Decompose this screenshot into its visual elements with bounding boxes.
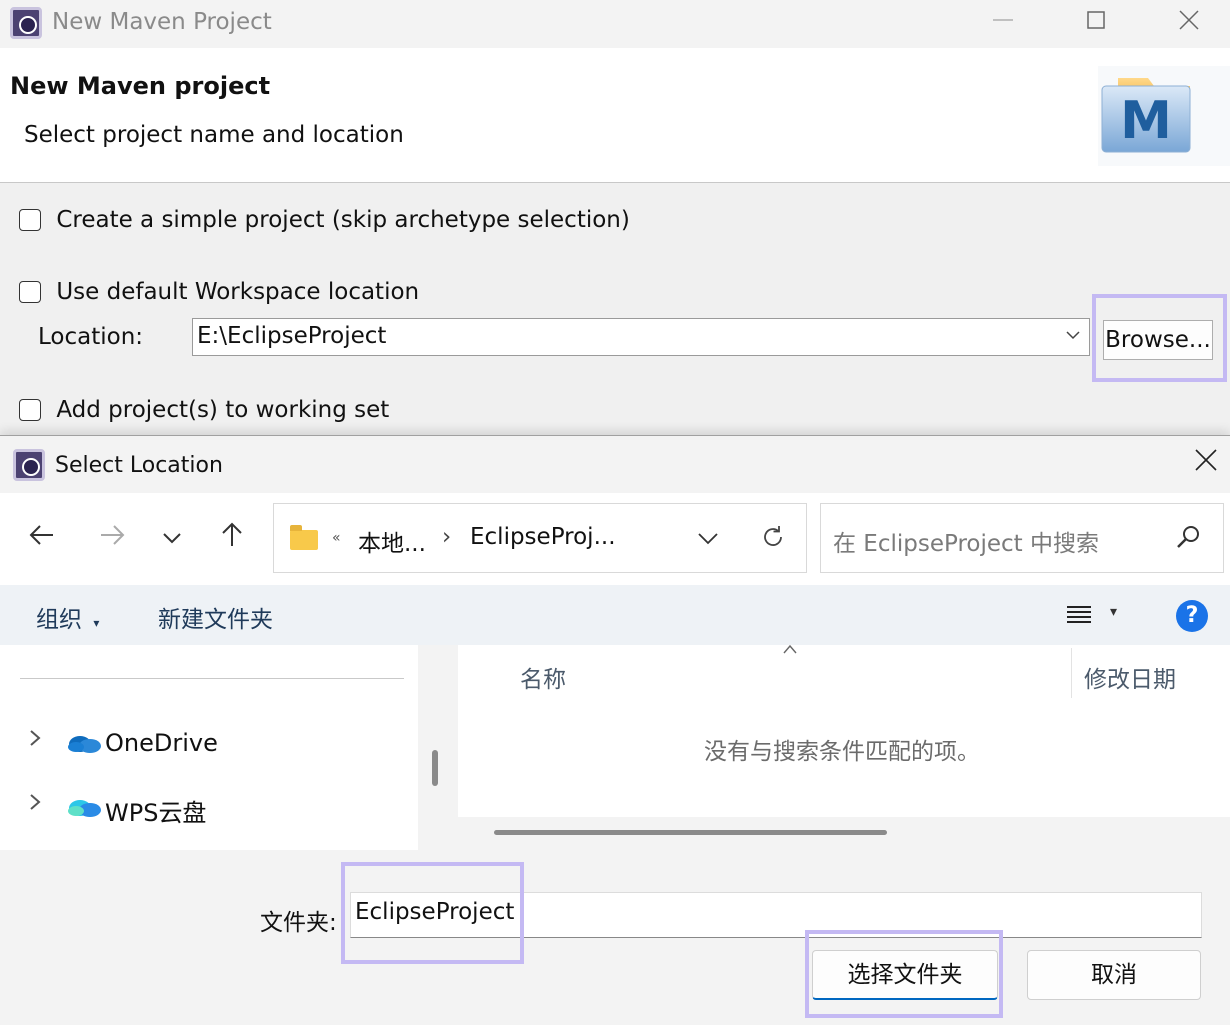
view-options-dropdown-icon[interactable]: ▾ bbox=[1110, 604, 1117, 620]
chevron-down-icon[interactable] bbox=[1065, 327, 1081, 347]
horizontal-scrollbar[interactable] bbox=[494, 830, 887, 835]
wps-cloud-icon bbox=[66, 795, 102, 823]
cancel-button[interactable]: 取消 bbox=[1027, 950, 1201, 1000]
wizard-subtitle: Select project name and location bbox=[24, 122, 404, 148]
maximize-icon bbox=[1087, 11, 1105, 29]
arrow-right-icon bbox=[101, 525, 125, 545]
folder-input-highlight-box bbox=[341, 862, 524, 964]
empty-results-message: 没有与搜索条件匹配的项。 bbox=[704, 739, 980, 765]
column-separator[interactable] bbox=[1071, 648, 1072, 698]
address-dropdown-icon[interactable] bbox=[696, 526, 720, 554]
up-button[interactable] bbox=[212, 520, 252, 560]
tree-item-onedrive[interactable] bbox=[26, 728, 44, 753]
location-combobox[interactable]: E:\EclipseProject bbox=[192, 318, 1090, 356]
organize-menu[interactable]: 组织 ▾ bbox=[36, 600, 99, 634]
eclipse-app-icon bbox=[10, 7, 42, 39]
close-icon bbox=[1179, 10, 1199, 30]
header-divider bbox=[0, 182, 1230, 183]
column-header-name[interactable]: 名称 bbox=[520, 660, 566, 694]
select-folder-highlight-box bbox=[805, 930, 1003, 1018]
maximize-button[interactable] bbox=[1073, 6, 1119, 42]
column-header-date[interactable]: 修改日期 bbox=[1084, 660, 1176, 694]
forward-button[interactable] bbox=[92, 520, 132, 560]
chevron-right-icon[interactable] bbox=[26, 793, 44, 817]
folder-icon bbox=[290, 525, 318, 550]
default-workspace-checkbox[interactable] bbox=[19, 280, 41, 303]
breadcrumb-local-disk[interactable]: 本地... bbox=[358, 524, 426, 558]
close-icon bbox=[1195, 449, 1217, 471]
breadcrumb-overflow[interactable]: « bbox=[332, 530, 341, 546]
working-set-label: Add project(s) to working set bbox=[56, 396, 390, 423]
location-value: E:\EclipseProject bbox=[197, 323, 387, 349]
svg-text:M: M bbox=[1120, 91, 1172, 151]
browse-highlight-box bbox=[1092, 294, 1227, 382]
help-icon[interactable]: ? bbox=[1176, 600, 1208, 632]
minimize-button[interactable] bbox=[980, 6, 1026, 42]
view-list-icon[interactable] bbox=[1066, 604, 1092, 626]
breadcrumb-separator: › bbox=[442, 524, 452, 550]
dialog-title: Select Location bbox=[55, 453, 223, 478]
location-label: Location: bbox=[38, 324, 144, 350]
back-button[interactable] bbox=[22, 520, 62, 560]
maven-logo-icon: M bbox=[1098, 66, 1230, 166]
recent-locations-button[interactable] bbox=[152, 520, 192, 560]
chevron-down-icon bbox=[163, 533, 181, 544]
nav-pane-divider bbox=[20, 678, 404, 679]
search-placeholder: 在 EclipseProject 中搜索 bbox=[833, 531, 1100, 557]
new-folder-button[interactable]: 新建文件夹 bbox=[158, 600, 273, 634]
organize-label: 组织 bbox=[36, 607, 82, 633]
simple-project-label: Create a simple project (skip archetype … bbox=[56, 206, 630, 233]
default-workspace-label: Use default Workspace location bbox=[56, 278, 420, 305]
minimize-icon bbox=[993, 19, 1013, 21]
search-box[interactable]: 在 EclipseProject 中搜索 bbox=[820, 503, 1224, 573]
tree-item-label: WPS云盘 bbox=[105, 799, 207, 827]
caret-down-icon: ▾ bbox=[93, 616, 100, 630]
address-bar[interactable]: « 本地... › EclipseProj... bbox=[273, 503, 807, 573]
maven-window-title: New Maven Project bbox=[52, 9, 272, 35]
maven-close-button[interactable] bbox=[1166, 6, 1212, 42]
arrow-up-icon bbox=[222, 522, 242, 546]
wizard-title: New Maven project bbox=[10, 72, 271, 100]
breadcrumb-eclipse-project[interactable]: EclipseProj... bbox=[470, 524, 616, 550]
dialog-close-button[interactable] bbox=[1188, 446, 1224, 482]
nav-pane-scrollbar[interactable] bbox=[432, 750, 438, 786]
eclipse-dialog-icon bbox=[13, 449, 45, 481]
tree-item-label: OneDrive bbox=[105, 729, 218, 757]
search-icon[interactable] bbox=[1171, 520, 1207, 556]
chevron-right-icon[interactable] bbox=[26, 729, 44, 753]
arrow-left-icon bbox=[29, 525, 53, 545]
simple-project-row[interactable]: Create a simple project (skip archetype … bbox=[19, 206, 630, 233]
working-set-row[interactable]: Add project(s) to working set bbox=[19, 396, 389, 423]
folder-field-label: 文件夹: bbox=[260, 910, 337, 936]
default-workspace-row[interactable]: Use default Workspace location bbox=[19, 278, 419, 305]
sort-ascending-icon bbox=[782, 640, 798, 659]
simple-project-checkbox[interactable] bbox=[19, 208, 41, 231]
refresh-icon[interactable] bbox=[760, 524, 786, 554]
working-set-checkbox[interactable] bbox=[19, 398, 41, 421]
wizard-header bbox=[0, 48, 1230, 182]
onedrive-icon bbox=[66, 731, 102, 759]
tree-item-wps[interactable] bbox=[26, 792, 44, 817]
